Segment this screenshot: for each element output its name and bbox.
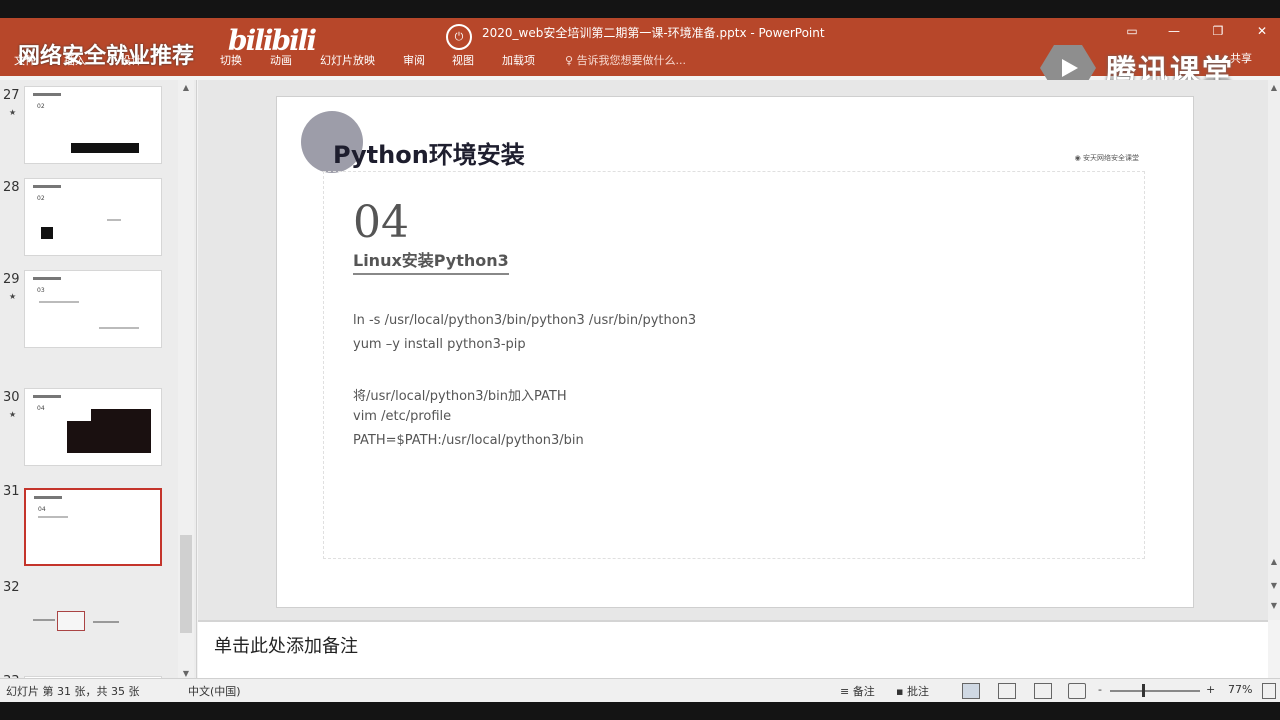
- thumb-image-block: [57, 611, 85, 631]
- thumb-terminal-screenshot: [67, 421, 91, 453]
- comments-button[interactable]: ▪ 批注: [896, 683, 929, 699]
- slide-logo-text: ◉ 安天网络安全课堂: [1074, 154, 1139, 162]
- zoom-slider[interactable]: [1110, 690, 1200, 692]
- minimize-button[interactable]: —: [1160, 20, 1188, 42]
- language-status[interactable]: 中文(中国): [188, 683, 241, 699]
- slide-thumbnail-pane: 27 ★ 02 28 02 29 ★ 03 30 ★ 04 31 04 32 ▲…: [0, 80, 197, 684]
- command-line[interactable]: vim /etc/profile: [353, 409, 451, 424]
- slide-number: 27: [3, 88, 20, 103]
- reading-view-icon[interactable]: [1034, 683, 1052, 699]
- slide-thumbnail-30[interactable]: 04: [24, 388, 162, 466]
- slide-sorter-view-icon[interactable]: [998, 683, 1016, 699]
- thumb-title-line: [33, 395, 61, 398]
- editor-vertical-scrollbar[interactable]: ▲ ▲ ▼ ▼: [1268, 80, 1280, 620]
- scroll-down-arrow-icon[interactable]: ▼: [1268, 600, 1280, 612]
- powerpoint-window: 网络安全就业推荐 bilibili ⏻ 2020_web安全培训第二期第一课-环…: [0, 18, 1280, 702]
- ribbon-display-options-button[interactable]: ▭: [1118, 20, 1146, 42]
- zoom-out-button[interactable]: -: [1098, 683, 1102, 696]
- command-line[interactable]: 将/usr/local/python3/bin加入PATH: [353, 385, 567, 404]
- tab-slideshow[interactable]: 幻灯片放映: [320, 52, 375, 68]
- tab-review[interactable]: 审阅: [403, 52, 425, 68]
- thumb-image-block: [41, 227, 53, 239]
- zoom-in-button[interactable]: +: [1206, 683, 1215, 696]
- shield-icon: ◉: [1074, 154, 1083, 162]
- command-line[interactable]: yum –y install python3-pip: [353, 337, 526, 352]
- content-placeholder-box[interactable]: [323, 171, 1145, 559]
- slide-thumbnail-27[interactable]: 02: [24, 86, 162, 164]
- power-icon: ⏻: [446, 24, 472, 50]
- animation-star-icon: ★: [9, 410, 17, 419]
- notes-button[interactable]: ≡ 备注: [840, 683, 875, 699]
- tell-me-search[interactable]: ♀ 告诉我您想要做什么...: [565, 52, 686, 68]
- notes-placeholder[interactable]: 单击此处添加备注: [214, 632, 358, 658]
- thumb-image-block: [71, 143, 139, 153]
- scroll-up-arrow-icon[interactable]: ▲: [180, 82, 192, 94]
- restore-button[interactable]: ❐: [1204, 20, 1232, 42]
- scroll-down-arrow-icon[interactable]: ▼: [1268, 580, 1280, 592]
- current-slide[interactable]: Python环境安装 ◉ 安天网络安全课堂 04 Linux安装Python3 …: [276, 96, 1194, 608]
- animation-star-icon: ★: [9, 108, 17, 117]
- notes-icon: ≡: [840, 685, 853, 698]
- slide-number: 32: [3, 580, 20, 595]
- tab-view[interactable]: 视图: [452, 52, 474, 68]
- slide-thumbnail-29[interactable]: 03: [24, 270, 162, 348]
- thumbnail-scrollbar-thumb[interactable]: [180, 535, 192, 633]
- thumb-terminal-screenshot: [91, 409, 151, 453]
- tab-addins[interactable]: 加载项: [502, 52, 535, 68]
- command-line[interactable]: PATH=$PATH:/usr/local/python3/bin: [353, 433, 584, 448]
- tab-insert[interactable]: 插入: [64, 52, 86, 68]
- thumb-section-num: 02: [37, 103, 45, 110]
- thumb-text-line: [107, 219, 121, 221]
- slide-thumbnail-31[interactable]: 04: [24, 488, 162, 566]
- status-bar: 幻灯片 第 31 张，共 35 张 中文(中国) ≡ 备注 ▪ 批注 - + 7…: [0, 678, 1280, 702]
- thumb-text-line: [99, 327, 139, 329]
- thumb-text-line: [93, 621, 119, 623]
- lightbulb-icon: ♀: [565, 54, 577, 67]
- slideshow-view-icon[interactable]: [1068, 683, 1086, 699]
- tab-design[interactable]: 设计: [120, 52, 142, 68]
- thumb-section-num: 04: [38, 506, 46, 513]
- zoom-slider-thumb[interactable]: [1142, 684, 1145, 697]
- slide-number: 30: [3, 390, 20, 405]
- animation-star-icon: ★: [9, 292, 17, 301]
- slide-thumbnail-32[interactable]: [24, 578, 162, 656]
- thumb-section-num: 03: [37, 287, 45, 294]
- slide-number: 31: [3, 484, 20, 499]
- command-line[interactable]: ln -s /usr/local/python3/bin/python3 /us…: [353, 313, 696, 328]
- scroll-up-arrow-icon[interactable]: ▲: [1268, 82, 1280, 94]
- thumb-text-line: [38, 516, 68, 518]
- slide-thumbnail-28[interactable]: 02: [24, 178, 162, 256]
- comment-icon: ▪: [896, 685, 907, 698]
- thumb-section-num: 04: [37, 405, 45, 412]
- thumb-title-line: [33, 185, 61, 188]
- thumb-section-num: 02: [37, 195, 45, 202]
- thumb-text-line: [33, 619, 55, 621]
- tab-file[interactable]: 文件: [14, 52, 36, 68]
- thumb-title-line: [33, 277, 61, 280]
- slide-editing-area: Python环境安装 ◉ 安天网络安全课堂 04 Linux安装Python3 …: [198, 80, 1268, 620]
- document-title: 2020_web安全培训第二期第一课-环境准备.pptx - PowerPoin…: [482, 26, 825, 40]
- tab-animations[interactable]: 动画: [270, 52, 292, 68]
- tab-transitions[interactable]: 切换: [220, 52, 242, 68]
- close-button[interactable]: ✕: [1248, 20, 1276, 42]
- thumb-text-line: [39, 301, 79, 303]
- fit-to-window-icon[interactable]: [1262, 683, 1276, 699]
- watermark-overlay-text: 网络安全就业推荐: [18, 44, 195, 69]
- slide-number: 28: [3, 180, 20, 195]
- normal-view-icon[interactable]: [962, 683, 980, 699]
- letterbox-bar: [0, 702, 1280, 720]
- slide-title[interactable]: Python环境安装: [333, 135, 525, 170]
- slide-count-status: 幻灯片 第 31 张，共 35 张: [6, 685, 140, 698]
- section-subtitle[interactable]: Linux安装Python3: [353, 247, 509, 275]
- thumb-title-line: [33, 93, 61, 96]
- thumb-title-line: [34, 496, 62, 499]
- title-bar: 网络安全就业推荐 bilibili ⏻ 2020_web安全培训第二期第一课-环…: [0, 18, 1280, 91]
- slide-number: 29: [3, 272, 20, 287]
- notes-pane[interactable]: 单击此处添加备注: [198, 622, 1268, 684]
- zoom-level[interactable]: 77%: [1228, 683, 1252, 696]
- section-number[interactable]: 04: [353, 197, 409, 248]
- scroll-up-arrow-icon[interactable]: ▲: [1268, 556, 1280, 568]
